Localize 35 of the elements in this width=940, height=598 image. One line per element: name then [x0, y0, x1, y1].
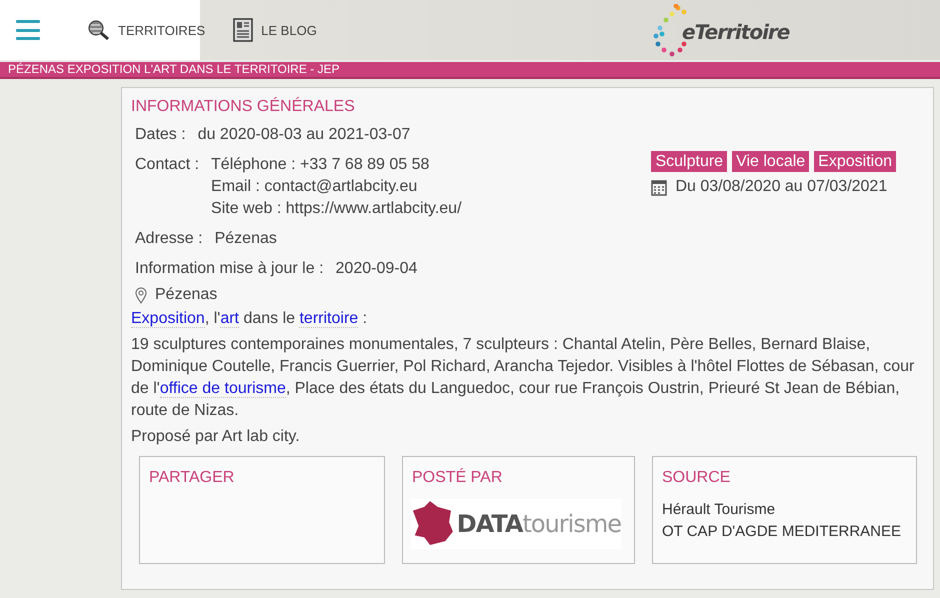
- field-label: Adresse :: [135, 229, 203, 249]
- source-text: Hérault Tourisme: [662, 500, 776, 520]
- date-range: Du 03/08/2020 au 07/03/2021: [675, 178, 888, 196]
- field-value: du 2020-08-03 au 2021-03-07: [198, 125, 410, 145]
- description-text: 19 sculptures contemporaines monumentales, 7 sculpteurs : Chantal Atelin, Père Belles, Bernard Blaise, Dominique Coutelle, Francis Guerrier, Pol Richard, Arancha Tejedor. Visibles à l'hôtel Flottes de Sébasan, cour de l'office de tourisme, Place des états du Languedoc, cour rue François Oustrin, Prieuré St Jean de Bébian, route de Nizas.: [131, 335, 916, 421]
- box-heading: SOURCE: [662, 469, 732, 487]
- tag-label[interactable]: Exposition: [814, 151, 896, 172]
- text-link[interactable]: art: [220, 310, 239, 328]
- nav-link[interactable]: TERRITOIRES: [86, 19, 206, 41]
- description-text: Proposé par Art lab city.: [131, 427, 301, 447]
- field-value: 2020-09-04: [336, 259, 418, 279]
- tag-label[interactable]: Sculpture: [651, 151, 728, 172]
- box-heading: POSTÉ PAR: [412, 469, 504, 487]
- source-text: OT CAP D'AGDE MEDITERRANEE: [662, 522, 902, 542]
- box-heading: PARTAGER: [149, 469, 236, 487]
- text-link[interactable]: territoire: [299, 310, 358, 328]
- page-title: PÉZENAS EXPOSITION L'ART DANS LE TERRITOIRE - JEP: [7, 62, 340, 77]
- section-heading: INFORMATIONS GÉNÉRALES: [131, 98, 356, 116]
- text-link[interactable]: office de tourisme: [160, 380, 286, 398]
- logo-text: DATAtourisme: [456, 510, 621, 538]
- field-value: Site web : https://www.artlabcity.eu/: [211, 199, 462, 219]
- logo[interactable]: eTerritoire: [648, 4, 790, 60]
- field-label: Dates :: [135, 125, 186, 145]
- field-value: Email : contact@artlabcity.eu: [211, 177, 418, 197]
- field-label: Information mise à jour le :: [135, 259, 324, 279]
- logo-text: eTerritoire: [682, 20, 790, 44]
- field-value: Pézenas: [214, 229, 277, 249]
- text-link[interactable]: Exposition: [131, 310, 205, 328]
- location-text: Pézenas: [155, 286, 218, 304]
- field-label: Contact :: [135, 155, 200, 175]
- datatourisme-logo[interactable]: DATAtourisme: [411, 499, 621, 549]
- tag-label[interactable]: Vie locale: [732, 151, 810, 172]
- description-text: Exposition, l'art dans le territoire :: [131, 309, 368, 330]
- nav-link[interactable]: LE BLOG: [233, 18, 317, 42]
- field-value: Téléphone : +33 7 68 89 05 58: [211, 155, 430, 175]
